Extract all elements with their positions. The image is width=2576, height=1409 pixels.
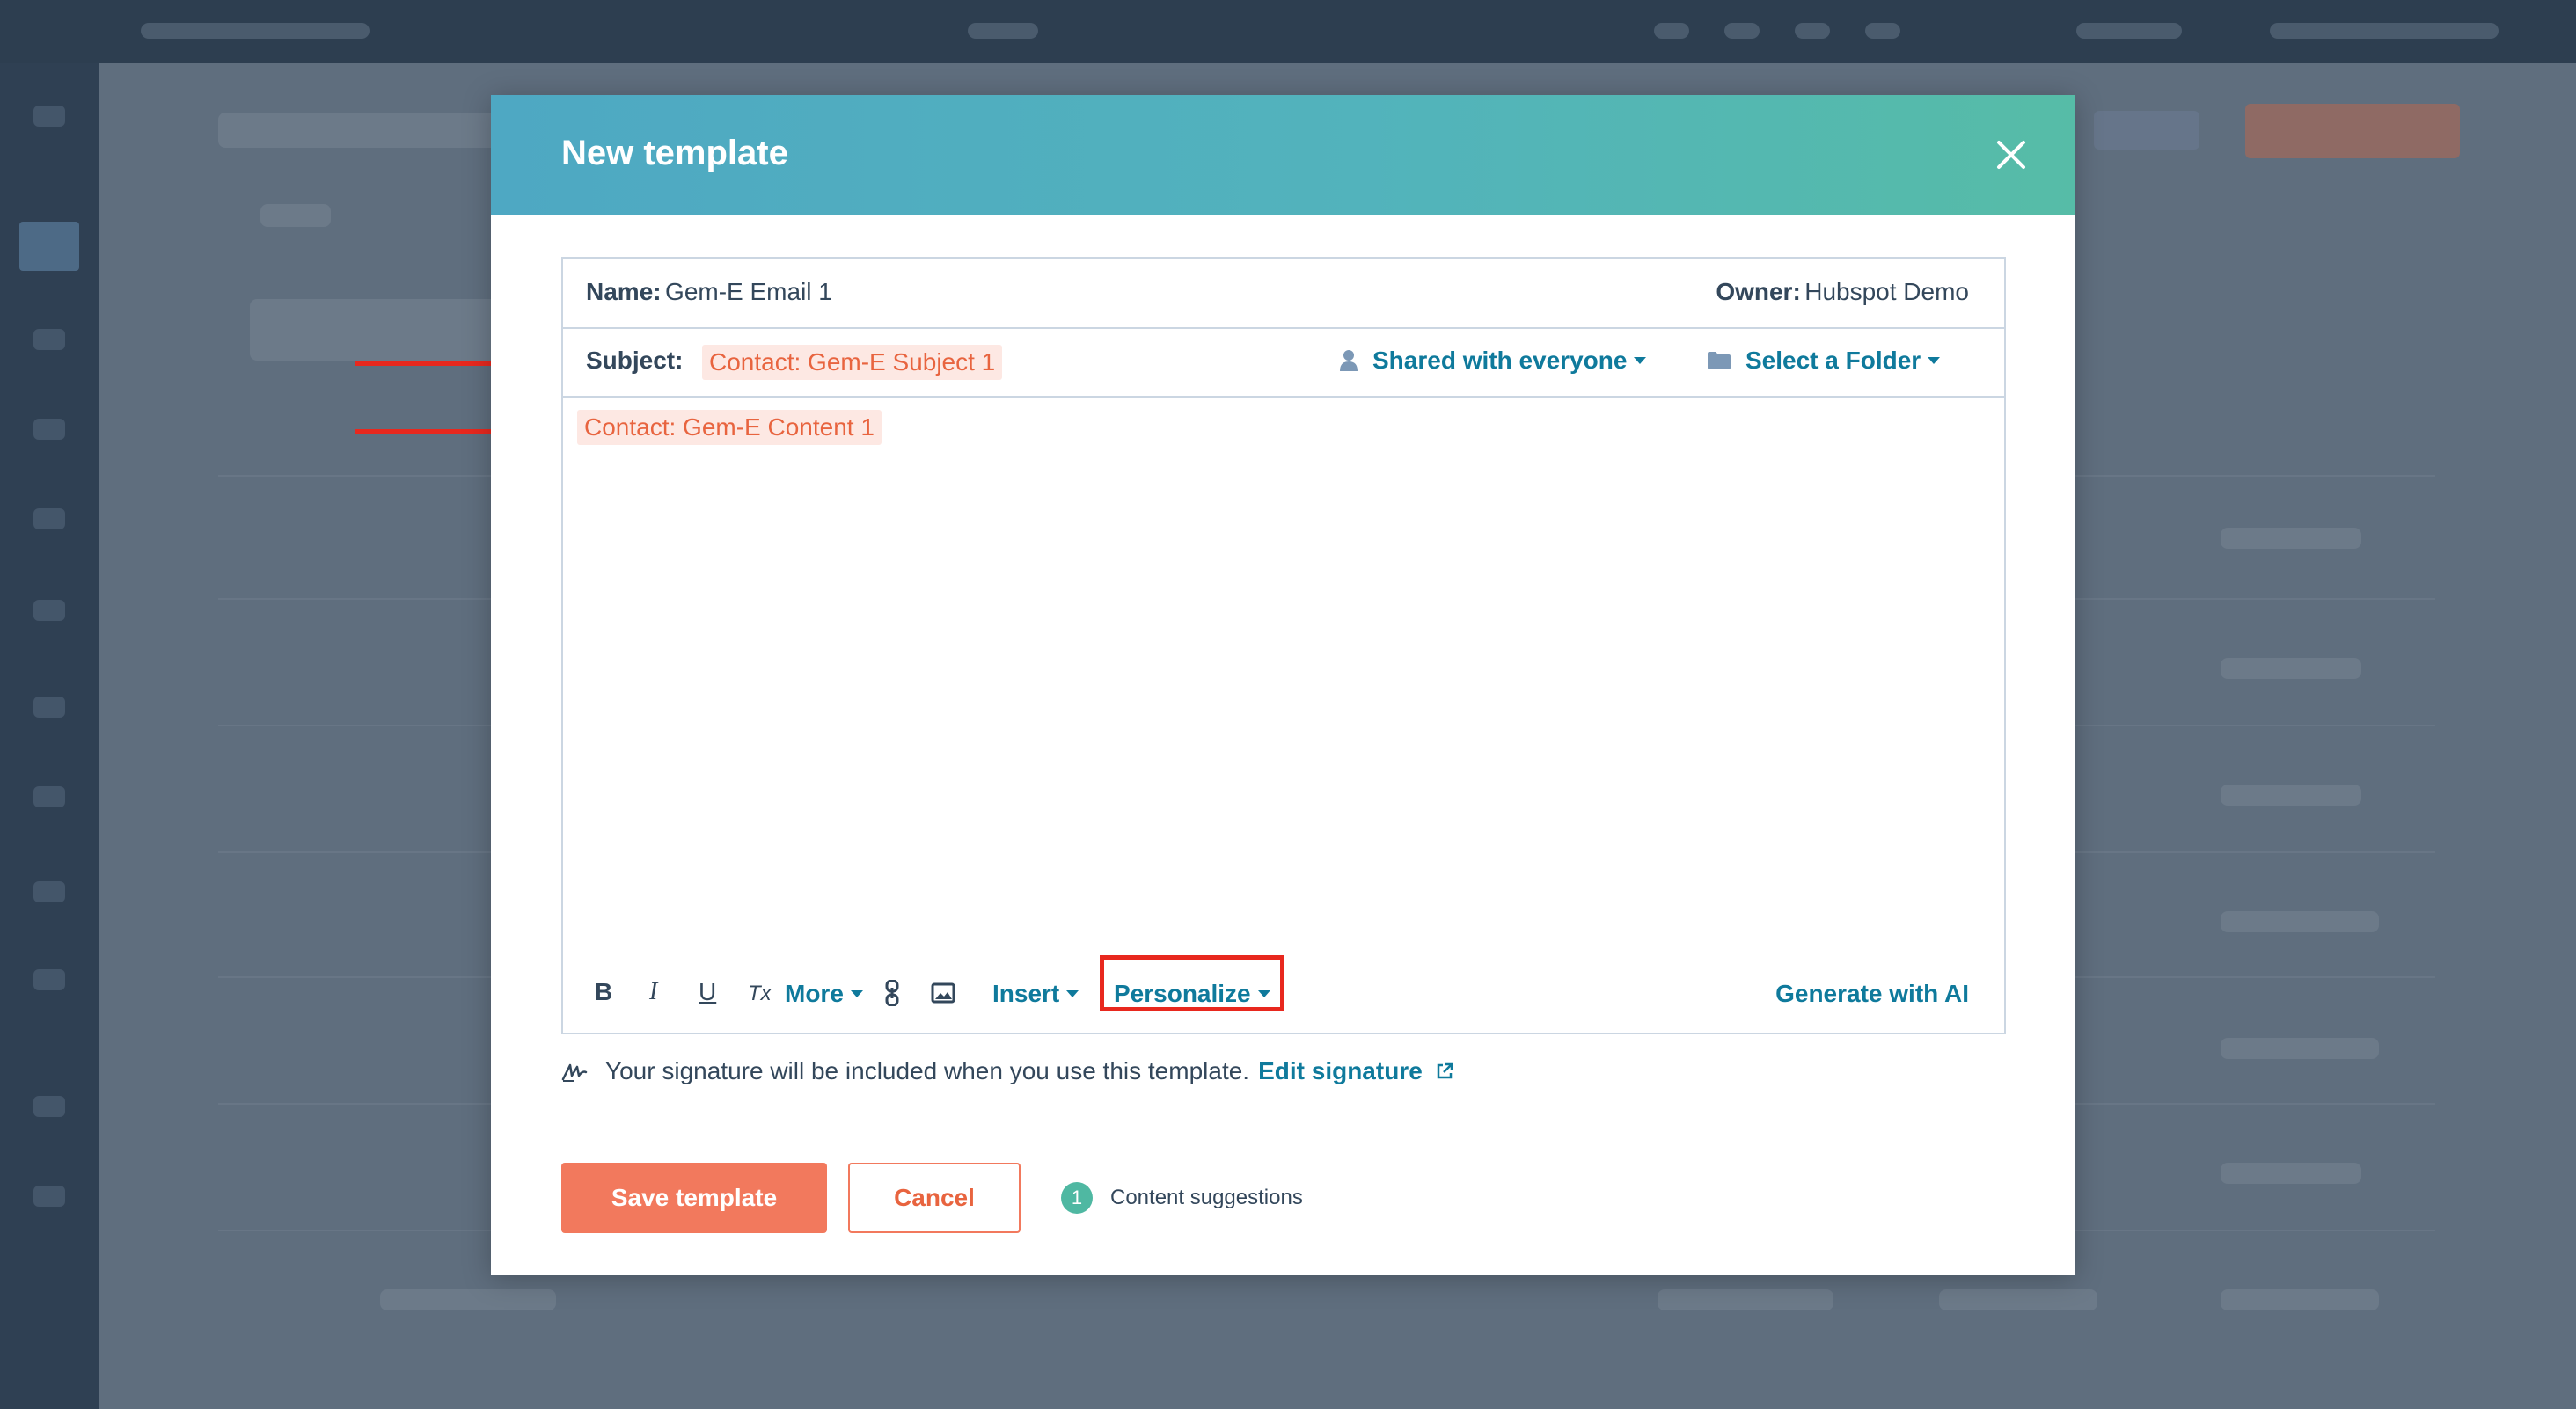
background-button bbox=[2094, 111, 2199, 150]
chevron-down-icon bbox=[850, 990, 863, 997]
sidebar-icon bbox=[33, 329, 65, 350]
user-icon bbox=[1339, 349, 1358, 372]
app-sidebar bbox=[0, 63, 99, 1409]
suggestions-count-badge: 1 bbox=[1061, 1182, 1093, 1214]
top-bar-placeholder bbox=[2270, 23, 2499, 39]
owner-label: Owner: bbox=[1716, 278, 1801, 305]
close-icon[interactable] bbox=[1995, 139, 2027, 171]
app-top-bar bbox=[0, 0, 2576, 63]
subject-row: Subject: Contact: Gem-E Subject 1 Shared… bbox=[563, 329, 2004, 398]
sidebar-icon bbox=[33, 1186, 65, 1207]
new-template-modal: New template Name: Gem-E Email 1 Owner: … bbox=[491, 95, 2075, 1275]
cancel-button[interactable]: Cancel bbox=[848, 1163, 1021, 1233]
insert-dropdown[interactable]: Insert bbox=[992, 980, 1079, 1008]
background-cell bbox=[1939, 1289, 2097, 1310]
save-template-button[interactable]: Save template bbox=[561, 1163, 827, 1233]
link-icon[interactable] bbox=[885, 979, 899, 1012]
background-cell bbox=[2221, 911, 2379, 932]
external-link-icon[interactable] bbox=[1435, 1062, 1454, 1081]
sidebar-icon bbox=[33, 600, 65, 621]
background-cell bbox=[2221, 1289, 2379, 1310]
chevron-down-icon bbox=[1066, 990, 1079, 997]
chevron-down-icon bbox=[1928, 357, 1941, 364]
background-cell bbox=[2221, 658, 2361, 679]
clear-format-button[interactable]: Tx bbox=[748, 982, 772, 1006]
background-cell bbox=[1658, 1289, 1833, 1310]
chevron-down-icon bbox=[1634, 357, 1647, 364]
generate-with-ai-button[interactable]: Generate with AI bbox=[1775, 980, 1969, 1008]
name-field[interactable]: Name: Gem-E Email 1 bbox=[586, 278, 832, 306]
sidebar-icon bbox=[33, 697, 65, 718]
background-tab bbox=[260, 204, 331, 227]
sidebar-icon bbox=[33, 881, 65, 902]
modal-header: New template bbox=[491, 95, 2075, 215]
more-label: More bbox=[785, 980, 844, 1007]
sidebar-icon bbox=[33, 106, 65, 127]
owner-field: Owner: Hubspot Demo bbox=[1716, 278, 1969, 306]
sharing-label: Shared with everyone bbox=[1372, 347, 1628, 374]
sidebar-icon-active bbox=[19, 222, 79, 271]
insert-label: Insert bbox=[992, 980, 1060, 1007]
background-create-button bbox=[2245, 104, 2460, 158]
background-cell bbox=[2221, 1038, 2379, 1059]
more-dropdown[interactable]: More bbox=[785, 980, 863, 1008]
top-bar-placeholder bbox=[1654, 23, 1689, 39]
top-bar-placeholder bbox=[1795, 23, 1830, 39]
editor-toolbar: B I U Tx More Insert Personalize Generat… bbox=[563, 955, 2004, 1031]
sidebar-icon bbox=[33, 969, 65, 990]
folder-label: Select a Folder bbox=[1745, 347, 1921, 374]
folder-dropdown[interactable]: Select a Folder bbox=[1707, 347, 1941, 375]
template-editor: Name: Gem-E Email 1 Owner: Hubspot Demo … bbox=[561, 257, 2006, 1034]
background-cell bbox=[2221, 785, 2361, 806]
top-bar-placeholder bbox=[1865, 23, 1900, 39]
top-bar-placeholder bbox=[1724, 23, 1760, 39]
subject-personalization-token[interactable]: Contact: Gem-E Subject 1 bbox=[702, 345, 1003, 380]
sidebar-icon bbox=[33, 1096, 65, 1117]
name-value[interactable]: Gem-E Email 1 bbox=[665, 278, 832, 305]
edit-signature-link[interactable]: Edit signature bbox=[1258, 1057, 1423, 1085]
top-bar-placeholder bbox=[2076, 23, 2182, 39]
signature-icon bbox=[561, 1063, 588, 1082]
sidebar-icon bbox=[33, 508, 65, 529]
image-icon[interactable] bbox=[931, 982, 955, 1010]
background-cell bbox=[2221, 528, 2361, 549]
bold-button[interactable]: B bbox=[595, 978, 612, 1006]
signature-notice: Your signature will be included when you… bbox=[561, 1057, 1454, 1085]
sharing-dropdown[interactable]: Shared with everyone bbox=[1339, 347, 1647, 375]
modal-title: New template bbox=[561, 134, 788, 172]
underline-button[interactable]: U bbox=[699, 978, 716, 1006]
content-suggestions[interactable]: 1 Content suggestions bbox=[1061, 1182, 1303, 1214]
folder-icon bbox=[1707, 351, 1731, 370]
background-cell bbox=[2221, 1163, 2361, 1184]
sidebar-icon bbox=[33, 786, 65, 807]
signature-text: Your signature will be included when you… bbox=[605, 1057, 1250, 1084]
top-bar-placeholder bbox=[141, 23, 370, 39]
background-cell bbox=[380, 1289, 556, 1310]
top-bar-placeholder bbox=[968, 23, 1038, 39]
body-personalization-token[interactable]: Contact: Gem-E Content 1 bbox=[577, 410, 882, 445]
owner-value: Hubspot Demo bbox=[1804, 278, 1969, 305]
sidebar-icon bbox=[33, 419, 65, 440]
suggestions-label: Content suggestions bbox=[1110, 1186, 1303, 1209]
name-label: Name: bbox=[586, 278, 662, 305]
annotation-highlight-box bbox=[1100, 955, 1284, 1011]
subject-label: Subject: bbox=[586, 347, 684, 374]
name-row: Name: Gem-E Email 1 Owner: Hubspot Demo bbox=[563, 259, 2004, 329]
italic-button[interactable]: I bbox=[649, 978, 657, 1006]
